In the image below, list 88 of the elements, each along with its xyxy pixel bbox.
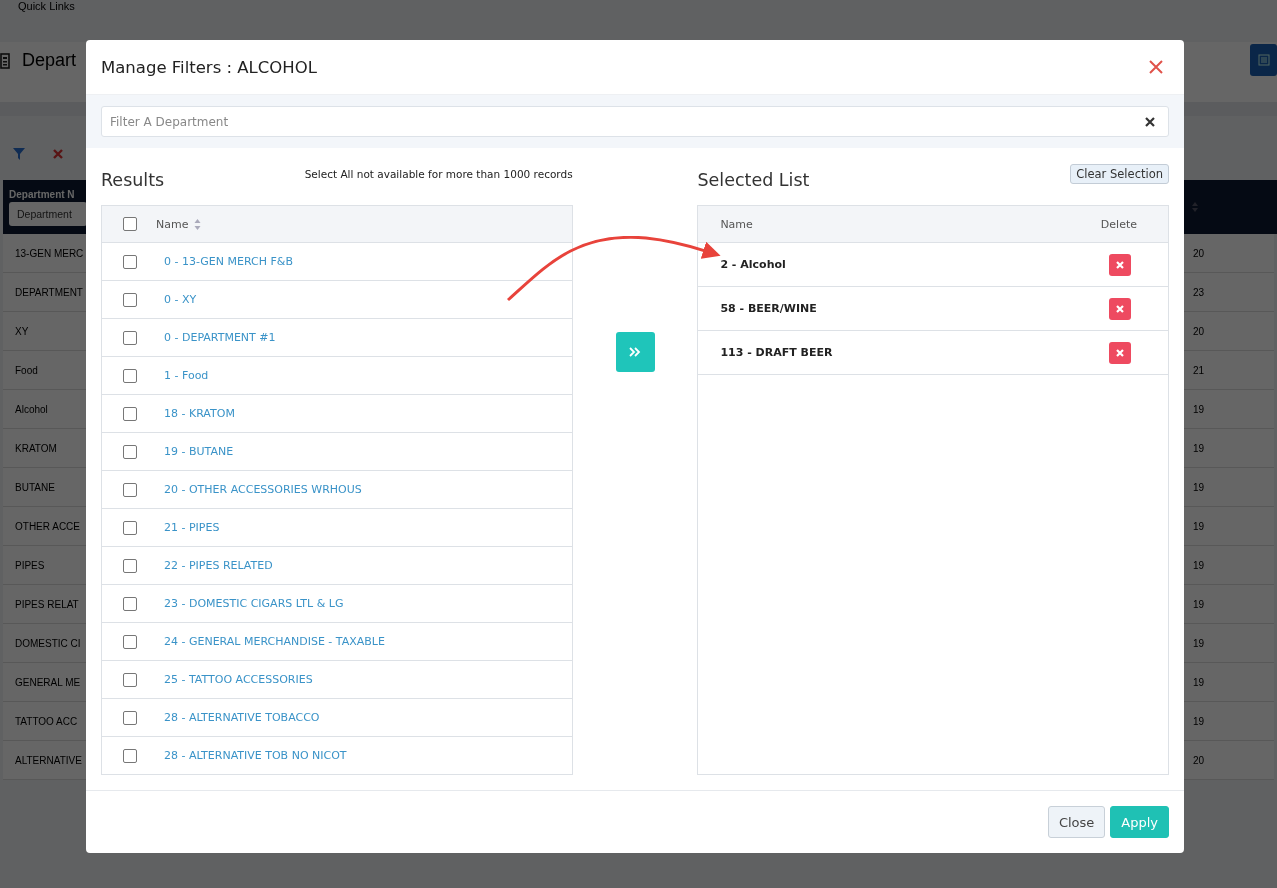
table-cell: TATTOO ACC xyxy=(15,715,78,727)
table-cell: 2 - Alcohol xyxy=(720,258,786,271)
table-cell: ALTERNATIVE xyxy=(15,754,82,766)
table-cell: 13-GEN MERC xyxy=(15,247,84,259)
table-cell: 19 xyxy=(1192,676,1204,688)
double-chevron-icon xyxy=(629,347,641,357)
checkbox[interactable] xyxy=(123,672,137,687)
table-cell: 21 xyxy=(1192,364,1204,376)
delete-button[interactable] xyxy=(1109,253,1131,276)
table-cell: 19 xyxy=(1192,559,1204,571)
table-cell: 19 xyxy=(1192,403,1204,415)
info-note: Select All not available for more than 1000 records xyxy=(304,168,573,180)
checkbox[interactable] xyxy=(123,482,137,497)
close-icon xyxy=(1116,348,1124,357)
column-filter-field[interactable]: Department xyxy=(9,201,87,226)
checkbox[interactable] xyxy=(123,596,137,611)
clear-filter-icon[interactable] xyxy=(52,148,64,160)
table-cell: 19 xyxy=(1192,481,1204,493)
table-cell: 58 - BEER/WINE xyxy=(720,302,817,315)
department-link[interactable]: 1 - Food xyxy=(164,369,209,382)
table-cell: 19 xyxy=(1192,598,1204,610)
department-link[interactable]: 22 - PIPES RELATED xyxy=(164,559,273,572)
close-icon xyxy=(1116,260,1124,269)
table-cell: GENERAL ME xyxy=(15,676,81,688)
table-cell: Food xyxy=(15,364,38,376)
table-cell: BUTANE xyxy=(15,481,55,493)
table-cell: OTHER ACCE xyxy=(15,520,80,532)
department-link[interactable]: 19 - BUTANE xyxy=(164,445,234,458)
table-cell: KRATOM xyxy=(15,442,57,454)
quick-links-link[interactable]: Quick Links xyxy=(18,0,75,12)
column-header: Delete xyxy=(1100,217,1137,231)
table-cell: 19 xyxy=(1192,520,1204,532)
table-cell: PIPES xyxy=(15,559,45,571)
checkbox[interactable] xyxy=(123,217,137,231)
close-icon xyxy=(1149,60,1163,74)
filter-icon[interactable] xyxy=(13,148,25,160)
results-heading: Results xyxy=(101,170,165,190)
checkbox[interactable] xyxy=(123,330,137,345)
department-link[interactable]: 0 - 13-GEN MERCH F&B xyxy=(164,255,293,268)
checkbox[interactable] xyxy=(123,634,137,649)
clear-icon[interactable] xyxy=(1145,117,1155,127)
checkbox[interactable] xyxy=(123,368,137,383)
department-link[interactable]: 24 - GENERAL MERCHANDISE - TAXABLE xyxy=(164,635,385,648)
department-link[interactable]: 18 - KRATOM xyxy=(164,407,235,420)
table-cell: DEPARTMENT xyxy=(15,286,83,298)
table-cell: 113 - DRAFT BEER xyxy=(720,346,833,359)
table-cell: 20 xyxy=(1192,325,1204,337)
department-link[interactable]: 21 - PIPES xyxy=(164,521,220,534)
checkbox[interactable] xyxy=(123,254,137,269)
table-cell: 20 xyxy=(1192,754,1204,766)
department-link[interactable]: 28 - ALTERNATIVE TOBACCO xyxy=(164,711,320,724)
table-cell: 19 xyxy=(1192,442,1204,454)
table-cell: XY xyxy=(15,325,29,337)
dialog-title: Manage Filters : ALCOHOL xyxy=(101,57,317,77)
checkbox[interactable] xyxy=(123,292,137,307)
department-link[interactable]: 0 - XY xyxy=(164,293,197,306)
table-cell: 23 xyxy=(1192,286,1204,298)
department-link[interactable]: 20 - OTHER ACCESSORIES WRHOUS xyxy=(164,483,362,496)
table-cell: 20 xyxy=(1192,247,1204,259)
selected-list-heading: Selected List xyxy=(697,170,810,190)
department-link[interactable]: 25 - TATTOO ACCESSORIES xyxy=(164,673,313,686)
close-button[interactable] xyxy=(1147,58,1165,76)
checkbox[interactable] xyxy=(123,444,137,459)
department-link[interactable]: 0 - DEPARTMENT #1 xyxy=(164,331,276,344)
table-cell: 19 xyxy=(1192,637,1204,649)
table-cell: DOMESTIC CI xyxy=(15,637,81,649)
checkbox[interactable] xyxy=(123,558,137,573)
checkbox[interactable] xyxy=(123,710,137,725)
calculator-icon xyxy=(0,52,10,69)
apply-button[interactable]: Apply xyxy=(1110,806,1169,838)
department-link[interactable]: 28 - ALTERNATIVE TOB NO NICOT xyxy=(164,749,347,762)
close-icon xyxy=(1116,304,1124,313)
table-cell: Alcohol xyxy=(15,403,48,415)
column-header: Name xyxy=(720,217,753,231)
delete-button[interactable] xyxy=(1109,341,1131,364)
table-cell: 19 xyxy=(1192,715,1204,727)
close-button[interactable]: Close xyxy=(1047,806,1106,838)
delete-button[interactable] xyxy=(1109,297,1131,320)
checkbox[interactable] xyxy=(123,748,137,763)
checkbox[interactable] xyxy=(123,406,137,421)
department-link[interactable]: 23 - DOMESTIC CIGARS LTL & LG xyxy=(164,597,344,610)
table-cell: PIPES RELAT xyxy=(15,598,79,610)
checkbox[interactable] xyxy=(123,520,137,535)
filter-field[interactable]: Filter A Department xyxy=(101,106,1169,137)
column-header[interactable]: Name xyxy=(156,217,189,231)
column-header: Department N xyxy=(9,188,76,200)
page-title: Depart xyxy=(22,50,77,71)
clear-selection-button[interactable]: Clear Selection xyxy=(1070,164,1169,184)
